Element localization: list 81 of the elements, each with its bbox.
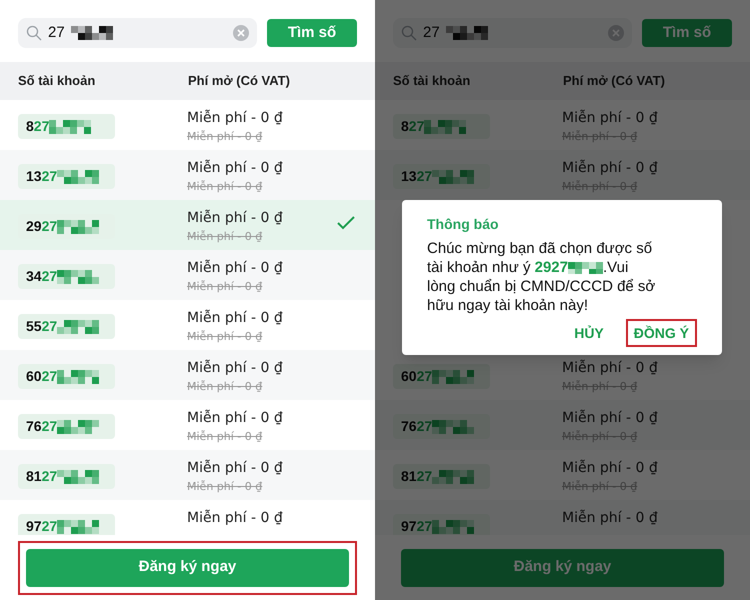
dialog-button[interactable]: ĐỒNG Ý <box>626 319 697 347</box>
old-fee-text: Miễn phí - 0 ₫ <box>187 279 264 295</box>
fee-text: Miễn phí - 0 ₫ <box>562 508 658 528</box>
account-number: 7627 <box>26 417 58 436</box>
account-number: 8127 <box>26 467 58 486</box>
old-fee-text: Miễn phí - 0 ₫ <box>187 429 264 445</box>
fee-text: Miễn phí - 0 ₫ <box>562 158 658 178</box>
account-row[interactable]: 8127 Miễn phí - 0 ₫ Miễn phí - 0 ₫ <box>0 450 375 500</box>
search-value: 27 <box>48 22 65 43</box>
mosaic-drawing <box>57 470 100 484</box>
mosaic-drawing <box>57 220 100 234</box>
column-header: Phí mở (Có VAT) <box>188 72 290 90</box>
mosaic-drawing <box>57 270 100 284</box>
account-row[interactable]: 3427 Miễn phí - 0 ₫ Miễn phí - 0 ₫ <box>0 250 375 300</box>
message-text: tài khoản như ý 2927 <box>427 258 568 277</box>
message-text: Chúc mừng bạn đã chọn được số <box>427 239 652 258</box>
clear-icon[interactable] <box>608 25 624 41</box>
dialog-title: Thông báo <box>427 215 500 234</box>
fee-text: Miễn phí - 0 ₫ <box>562 358 658 378</box>
search-icon <box>26 25 42 41</box>
account-number: 1327 <box>401 167 432 186</box>
register-button[interactable]: Đăng ký ngay <box>401 548 724 586</box>
account-number: 7627 <box>401 417 432 436</box>
account-number: 8127 <box>401 467 432 486</box>
message-text: lòng chuẩn bị CMND/CCCD để sở hữu ngay tài khoản này! <box>427 277 656 315</box>
search-button[interactable]: Tìm số <box>642 19 732 47</box>
mosaic-drawing <box>57 320 100 334</box>
mosaic-drawing <box>432 520 474 534</box>
account-number: 6027 <box>26 367 58 386</box>
column-header: Số tài khoản <box>393 72 472 90</box>
mosaic-drawing <box>57 170 100 184</box>
old-fee-text: Miễn phí - 0 ₫ <box>187 329 264 345</box>
account-number: 9727 <box>26 517 58 536</box>
old-fee-text: Miễn phí - 0 ₫ <box>187 479 264 495</box>
search-field[interactable]: 27 <box>18 18 257 48</box>
old-fee-text: Miễn phí - 0 ₫ <box>187 179 264 195</box>
fee-text: Miễn phí - 0 ₫ <box>187 358 283 378</box>
fee-text: Miễn phí - 0 ₫ <box>187 458 283 478</box>
account-number: 3427 <box>26 267 58 286</box>
fee-text: Miễn phí - 0 ₫ <box>187 108 283 128</box>
old-fee-text: Miễn phí - 0 ₫ <box>187 379 264 395</box>
fee-text: Miễn phí - 0 ₫ <box>187 158 283 178</box>
column-header: Phí mở (Có VAT) <box>563 72 665 90</box>
mosaic-drawing <box>49 120 92 134</box>
account-number: 827 <box>26 117 50 136</box>
account-number: 5527 <box>26 317 58 336</box>
fee-text: Miễn phí - 0 ₫ <box>187 308 283 328</box>
register-button[interactable]: Đăng ký ngay <box>26 548 349 586</box>
dialog-button[interactable]: HỦY <box>566 319 612 347</box>
search-button[interactable]: Tìm số <box>267 19 357 47</box>
account-row[interactable]: 9727 Miễn phí - 0 ₫ <box>375 500 750 535</box>
account-number: 827 <box>401 117 424 136</box>
search-field[interactable]: 27 <box>393 18 632 48</box>
fee-text: Miễn phí - 0 ₫ <box>562 408 658 428</box>
mosaic-drawing <box>57 420 100 434</box>
mosaic-drawing <box>432 370 474 384</box>
search-value: 27 <box>423 22 440 43</box>
account-row[interactable]: 6027 Miễn phí - 0 ₫ Miễn phí - 0 ₫ <box>0 350 375 400</box>
fee-text: Miễn phí - 0 ₫ <box>187 408 283 428</box>
fee-text: Miễn phí - 0 ₫ <box>562 108 658 128</box>
fee-text: Miễn phí - 0 ₫ <box>187 208 283 228</box>
old-fee-text: Miễn phí - 0 ₫ <box>187 129 264 145</box>
account-number: 6027 <box>401 367 432 386</box>
clear-icon[interactable] <box>233 25 249 41</box>
account-number: 2927 <box>26 217 58 236</box>
account-row[interactable]: 1327 Miễn phí - 0 ₫ Miễn phí - 0 ₫ <box>0 150 375 200</box>
mosaic-drawing <box>568 262 603 274</box>
mosaic-drawing <box>57 370 100 384</box>
fee-text: Miễn phí - 0 ₫ <box>187 258 283 278</box>
fee-text: Miễn phí - 0 ₫ <box>562 458 658 478</box>
account-number: 9727 <box>401 517 432 536</box>
mosaic-drawing <box>70 26 113 40</box>
old-fee-text: Miễn phí - 0 ₫ <box>187 229 264 245</box>
message-text: .Vui <box>603 258 628 277</box>
check-icon <box>337 216 355 230</box>
column-header: Số tài khoản <box>18 72 96 90</box>
account-row[interactable]: 2927 Miễn phí - 0 ₫ Miễn phí - 0 ₫ <box>0 200 375 250</box>
search-icon <box>401 25 417 41</box>
fee-text: Miễn phí - 0 ₫ <box>187 508 283 528</box>
mosaic-drawing <box>424 120 466 134</box>
account-number: 1327 <box>26 167 58 186</box>
